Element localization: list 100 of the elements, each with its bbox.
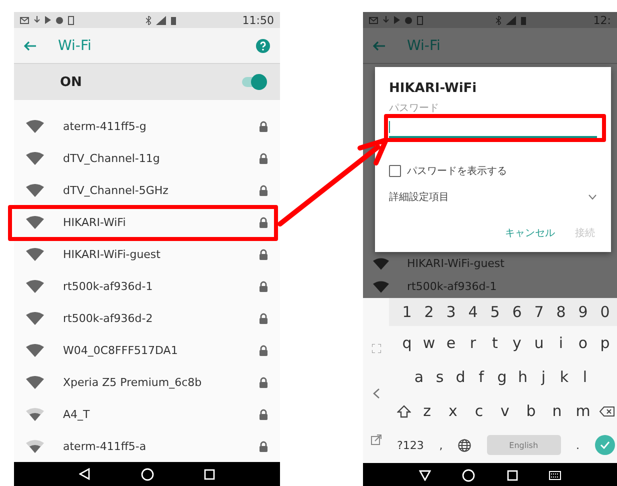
home-icon[interactable] — [141, 468, 154, 480]
status-time: 12: — [593, 14, 611, 26]
network-row[interactable]: A4_T — [14, 398, 280, 430]
keyboard-key[interactable]: . — [576, 438, 580, 452]
keyboard-key[interactable]: 8 — [551, 303, 571, 321]
screen-title: Wi-Fi — [407, 38, 440, 54]
download-icon — [34, 16, 40, 24]
recents-icon[interactable] — [506, 470, 518, 480]
keyboard-key[interactable]: v — [495, 402, 515, 420]
home-icon[interactable] — [462, 468, 476, 482]
battery-icon — [170, 16, 176, 24]
network-name: Xperia Z5 Premium_6c8b — [63, 376, 202, 388]
keyboard-key[interactable]: l — [575, 368, 595, 386]
back-arrow-icon[interactable] — [24, 40, 36, 50]
network-row[interactable]: dTV_Channel-11g — [14, 142, 280, 174]
lock-icon — [259, 376, 268, 388]
lock-icon — [259, 344, 268, 356]
cell-signal-icon — [156, 16, 166, 24]
record-icon — [56, 16, 63, 24]
keyboard-key[interactable]: d — [450, 368, 470, 386]
chevron-icon[interactable] — [588, 194, 597, 200]
keyboard-key[interactable]: n — [547, 402, 567, 420]
network-row[interactable]: aterm-411ff5-g — [14, 110, 280, 142]
network-row[interactable]: HIKARI-WiFi — [14, 206, 280, 238]
keyboard-key[interactable]: u — [529, 334, 549, 352]
keyboard-key[interactable]: 7 — [529, 303, 549, 321]
keyboard-key[interactable]: i — [551, 334, 571, 352]
keyboard-key[interactable]: o — [573, 334, 593, 352]
keyboard-key[interactable]: z — [417, 402, 437, 420]
keyboard-key[interactable]: q — [397, 334, 417, 352]
back-icon[interactable] — [79, 468, 91, 480]
dialog-button[interactable]: キャンセル — [503, 222, 557, 244]
chevron-left-icon[interactable] — [372, 388, 380, 399]
keyboard-key[interactable]: 4 — [463, 303, 483, 321]
keyboard-key[interactable]: 3 — [441, 303, 461, 321]
keyboard-key[interactable]: h — [512, 368, 533, 386]
keyboard-key[interactable]: x — [443, 402, 463, 420]
wifi-signal-icon — [26, 280, 44, 292]
keyboard-key[interactable]: 9 — [573, 303, 593, 321]
network-row[interactable]: rt500k-af936d-2 — [14, 302, 280, 334]
dialog-title: HIKARI-WiFi — [389, 81, 478, 96]
keyboard-key[interactable]: 0 — [595, 303, 615, 321]
keyboard-key[interactable]: k — [554, 368, 574, 386]
globe-icon[interactable] — [458, 438, 472, 452]
keyboard-key[interactable]: j — [534, 368, 554, 386]
keyboard-key[interactable]: 1 — [397, 303, 417, 321]
wifi-signal-icon — [26, 216, 44, 228]
network-name: rt500k-af936d-1 — [63, 280, 153, 292]
keyboard-key[interactable]: w — [419, 334, 439, 352]
keyboard-key[interactable]: ?123 — [397, 438, 424, 452]
backspace-icon[interactable] — [599, 406, 615, 416]
keyboard-key[interactable]: m — [573, 402, 593, 420]
network-row[interactable]: HIKARI-WiFi-guest — [14, 238, 280, 270]
network-row[interactable]: dTV_Channel-5GHz — [14, 174, 280, 206]
network-name: A4_T — [63, 408, 90, 420]
keyboard-key[interactable]: a — [409, 368, 429, 386]
wifi-signal-icon — [373, 258, 389, 270]
lock-icon — [259, 120, 268, 132]
keyboard-key[interactable]: r — [463, 334, 483, 352]
network-name: rt500k-af936d-1 — [407, 280, 497, 293]
keyboard-key[interactable]: 5 — [485, 303, 505, 321]
checkbox[interactable] — [389, 165, 401, 177]
mail-icon — [20, 16, 29, 24]
back-triangle-down-icon[interactable] — [418, 469, 431, 481]
keyboard-key[interactable]: 2 — [419, 303, 439, 321]
keyboard-icon[interactable] — [549, 470, 562, 480]
shift-icon[interactable] — [397, 404, 411, 418]
keyboard-key[interactable]: 6 — [507, 303, 527, 321]
download-icon — [383, 16, 389, 24]
help-icon[interactable] — [256, 38, 270, 52]
keyboard-key[interactable]: f — [471, 368, 492, 386]
network-row[interactable]: W04_0C8FFF517DA1 — [14, 334, 280, 366]
advanced-options-label[interactable]: 詳細設定項目 — [389, 190, 449, 204]
expand-icon[interactable] — [372, 344, 380, 353]
keyboard-key[interactable]: c — [469, 402, 489, 420]
bluetooth-icon — [146, 16, 151, 24]
network-name: aterm-411ff5-a — [63, 440, 146, 452]
network-row[interactable]: aterm-411ff5-a — [14, 430, 280, 462]
wifi-signal-icon — [26, 184, 44, 196]
lock-icon — [259, 184, 268, 196]
keyboard-key[interactable]: s — [430, 368, 450, 386]
lock-icon — [259, 216, 268, 228]
keyboard-key[interactable]: e — [441, 334, 461, 352]
keyboard-key[interactable]: , — [439, 438, 443, 452]
keyboard-key[interactable]: y — [507, 334, 527, 352]
checkmark-icon — [600, 441, 610, 449]
recents-icon[interactable] — [204, 468, 215, 480]
keyboard-key[interactable]: p — [595, 334, 615, 352]
wifi-switch[interactable] — [242, 77, 264, 87]
record-icon — [405, 16, 412, 24]
popout-icon[interactable] — [370, 434, 382, 446]
wifi-signal-icon — [26, 408, 44, 420]
network-row[interactable]: rt500k-af936d-1 — [14, 270, 280, 302]
keyboard-key[interactable]: t — [485, 334, 505, 352]
network-row[interactable]: Xperia Z5 Premium_6c8b — [14, 366, 280, 398]
cell-signal-icon — [506, 16, 516, 24]
wifi-signal-icon — [26, 376, 44, 388]
keyboard-key[interactable]: g — [492, 368, 512, 386]
keyboard-key[interactable]: b — [521, 402, 541, 420]
wifi-signal-icon — [26, 312, 44, 324]
